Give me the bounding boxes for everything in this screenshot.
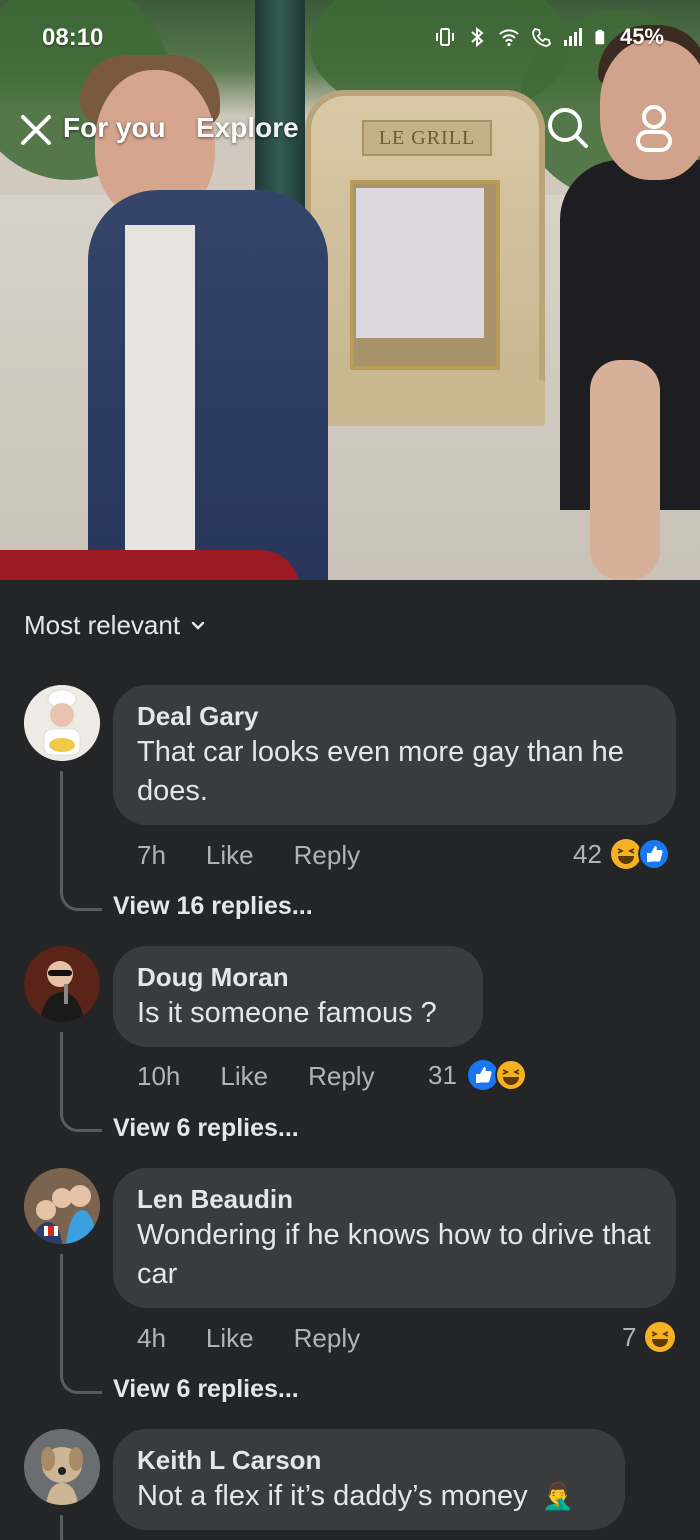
like-button[interactable]: Like: [206, 840, 254, 871]
reaction-summary[interactable]: 31: [428, 1059, 527, 1091]
tab-for-you[interactable]: For you: [63, 112, 166, 144]
haha-icon: [645, 1322, 676, 1352]
reaction-count: 42: [573, 838, 602, 869]
comment-text: Wondering if he knows how to drive that …: [137, 1219, 651, 1290]
top-nav: For you Explore: [0, 100, 700, 160]
comment-text: Is it someone famous ?: [137, 997, 437, 1029]
comment-time: 7h: [137, 840, 166, 870]
search-icon[interactable]: [544, 104, 592, 152]
comment-text-body: Not a flex if it’s daddy’s money: [137, 1480, 528, 1512]
battery-icon: [595, 29, 605, 45]
comments-sheet: Most relevant Deal Gary That car looks e…: [0, 580, 700, 1540]
comment-actions: 7h Like Reply: [137, 840, 360, 871]
comment-bubble[interactable]: Doug Moran Is it someone famous ?: [113, 946, 483, 1047]
reaction-count: 31: [428, 1059, 457, 1090]
comment-actions: 10h Like Reply: [137, 1061, 375, 1092]
comment-bubble[interactable]: Keith L Carson Not a flex if it’s daddy’…: [113, 1429, 625, 1530]
red-car: [0, 550, 300, 580]
wifi-icon: [499, 29, 519, 47]
sort-dropdown[interactable]: Most relevant: [24, 610, 206, 641]
post-photo[interactable]: LE GRILL: [0, 0, 700, 580]
tab-explore[interactable]: Explore: [196, 112, 299, 144]
reaction-summary[interactable]: 42: [573, 838, 670, 870]
comment-author[interactable]: Deal Gary: [137, 699, 652, 733]
reply-button[interactable]: Reply: [294, 840, 360, 871]
person-shirt: [125, 225, 195, 555]
comment-bubble[interactable]: Len Beaudin Wondering if he knows how to…: [113, 1168, 676, 1308]
thread-line: [60, 1254, 102, 1394]
status-icons: 45%: [434, 24, 664, 50]
comment-bubble[interactable]: Deal Gary That car looks even more gay t…: [113, 685, 676, 825]
person-jacket: [88, 190, 328, 580]
comment-time: 4h: [137, 1323, 166, 1353]
chevron-down-icon: [191, 621, 205, 630]
comment-actions: 4h Like Reply: [137, 1323, 360, 1354]
avatar[interactable]: [24, 1429, 100, 1505]
avatar[interactable]: [24, 946, 100, 1022]
comment-text: That car looks even more gay than he doe…: [137, 736, 624, 807]
view-replies-link[interactable]: View 16 replies...: [113, 892, 313, 921]
like-button[interactable]: Like: [220, 1061, 268, 1092]
comment-time: 10h: [137, 1061, 181, 1091]
status-time: 08:10: [42, 24, 104, 51]
close-icon[interactable]: [16, 110, 56, 150]
like-button[interactable]: Like: [206, 1323, 254, 1354]
sign-base: [325, 380, 545, 426]
view-replies-link[interactable]: View 6 replies...: [113, 1114, 299, 1143]
sign-menu-paper: [356, 188, 484, 338]
battery-level: 45%: [619, 24, 664, 49]
thread-line: [60, 1032, 102, 1132]
thread-line: [60, 1515, 102, 1540]
status-bar: 08:10 45%: [0, 0, 700, 78]
avatar[interactable]: [24, 685, 100, 761]
reaction-count: 7: [622, 1321, 637, 1352]
avatar[interactable]: [24, 1168, 100, 1244]
signal-icon: [563, 28, 582, 46]
vibrate-icon: [435, 28, 454, 46]
reaction-summary[interactable]: 7: [622, 1321, 676, 1353]
comment-author[interactable]: Keith L Carson: [137, 1443, 601, 1477]
haha-icon: [494, 1059, 527, 1091]
bluetooth-icon: [471, 26, 484, 48]
view-replies-link[interactable]: View 6 replies...: [113, 1375, 299, 1404]
comment-author[interactable]: Len Beaudin: [137, 1182, 652, 1216]
reply-button[interactable]: Reply: [308, 1061, 374, 1092]
like-icon: [637, 838, 670, 870]
profile-icon[interactable]: [630, 102, 678, 154]
call-icon: [532, 27, 551, 47]
reply-button[interactable]: Reply: [294, 1323, 360, 1354]
comment-author[interactable]: Doug Moran: [137, 960, 459, 994]
thread-line: [60, 771, 102, 911]
sort-label: Most relevant: [24, 610, 181, 640]
comment-text: Not a flex if it’s daddy’s money 🤦‍♂️: [137, 1477, 601, 1517]
second-person-arm: [590, 360, 660, 580]
facepalm-emoji: 🤦‍♂️: [541, 1482, 575, 1512]
